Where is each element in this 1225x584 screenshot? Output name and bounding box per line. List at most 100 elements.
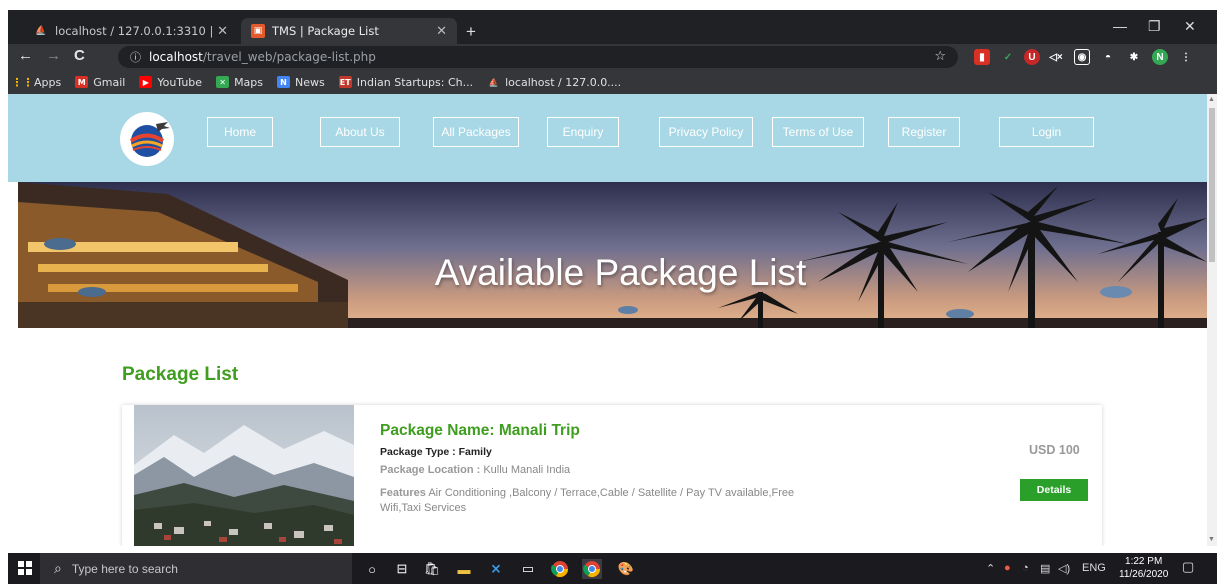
- package-location-value: Kullu Manali India: [483, 464, 571, 476]
- site-header: Home About Us All Packages Enquiry Priva…: [8, 94, 1207, 182]
- nav-enquiry[interactable]: Enquiry: [547, 117, 619, 147]
- search-icon: ⌕: [54, 560, 62, 576]
- package-price: USD 100: [1029, 443, 1080, 457]
- nav-about-us[interactable]: About Us: [320, 117, 400, 147]
- youtube-icon: ▶: [139, 76, 153, 88]
- file-explorer-icon[interactable]: ▬: [454, 559, 474, 579]
- nav-terms-of-use[interactable]: Terms of Use: [772, 117, 864, 147]
- package-location-label: Package Location :: [380, 464, 481, 476]
- clock-time: 1:22 PM: [1125, 556, 1163, 567]
- close-window-icon[interactable]: ✕: [1184, 18, 1196, 35]
- nav-login[interactable]: Login: [999, 117, 1094, 147]
- wifi-icon[interactable]: ◔: [1022, 562, 1029, 574]
- vscode-icon[interactable]: ⨯: [486, 559, 506, 579]
- package-image: [134, 405, 354, 546]
- reload-icon[interactable]: C: [74, 47, 85, 64]
- volume-icon[interactable]: ◁): [1058, 562, 1070, 575]
- taskbar-search-input[interactable]: ⌕ Type here to search: [40, 553, 352, 584]
- chrome-logo-icon: [583, 561, 601, 578]
- banner-image: Available Package List: [18, 182, 1207, 328]
- windows-start-icon[interactable]: [18, 561, 32, 575]
- bookmark-label: localhost / 127.0.0....: [505, 75, 622, 89]
- back-arrow-icon[interactable]: ←: [18, 47, 33, 64]
- incognito-icon[interactable]: ◓: [1100, 49, 1116, 65]
- windows-taskbar: ⌕ Type here to search ○ ⊟ 🛍 ▬ ⨯ ▭ 🎨 ⌃ ● …: [8, 553, 1217, 584]
- task-view-icon[interactable]: ⊟: [392, 559, 412, 579]
- tray-app-icon[interactable]: ●: [1004, 562, 1011, 574]
- maps-icon: ✕: [216, 76, 230, 88]
- browser-tab-package-list[interactable]: ▣ TMS | Package List ✕: [241, 18, 457, 44]
- store-icon[interactable]: 🛍: [422, 559, 442, 579]
- minimize-icon[interactable]: —: [1113, 18, 1127, 34]
- close-tab-icon[interactable]: ✕: [217, 24, 228, 39]
- chrome-active-icon[interactable]: [582, 559, 602, 579]
- terminal-icon[interactable]: ▭: [518, 559, 538, 579]
- clock-date: 11/26/2020: [1119, 569, 1169, 580]
- phpmyadmin-icon: ⛵: [488, 77, 499, 87]
- bookmark-indian-startups[interactable]: ET Indian Startups: Ch...: [338, 75, 474, 89]
- language-indicator[interactable]: ENG: [1082, 562, 1106, 574]
- site-logo[interactable]: [120, 112, 174, 166]
- nav-all-packages[interactable]: All Packages: [433, 117, 519, 147]
- bookmark-youtube[interactable]: ▶ YouTube: [139, 76, 202, 89]
- screenshot-extension-icon[interactable]: ◉: [1074, 49, 1090, 65]
- mute-tab-icon[interactable]: ◁×: [1048, 49, 1064, 65]
- phpmyadmin-icon: ⛵: [35, 26, 47, 36]
- forward-arrow-icon[interactable]: →: [46, 47, 61, 64]
- taskbar-clock[interactable]: 1:22 PM 11/26/2020: [1119, 555, 1168, 581]
- page-scrollbar[interactable]: ▲ ▼: [1207, 94, 1217, 546]
- package-features: Features Air Conditioning ,Balcony / Ter…: [380, 486, 820, 516]
- url-host: localhost: [149, 50, 203, 64]
- restore-icon[interactable]: ❐: [1148, 18, 1161, 35]
- banner-title: Available Package List: [434, 252, 807, 293]
- network-icon[interactable]: ▤: [1040, 562, 1050, 575]
- profile-avatar[interactable]: N: [1152, 49, 1168, 65]
- details-button[interactable]: Details: [1020, 479, 1088, 501]
- cortana-icon[interactable]: ○: [362, 559, 382, 579]
- paint-icon[interactable]: 🎨: [616, 559, 636, 579]
- gmail-icon: M: [75, 76, 89, 88]
- page-viewport: Home About Us All Packages Enquiry Priva…: [8, 94, 1207, 546]
- package-location: Package Location : Kullu Manali India: [380, 464, 570, 476]
- browser-tab-phpmyadmin[interactable]: ⛵ localhost / 127.0.0.1:3310 | phpM ✕: [24, 18, 238, 44]
- bookmark-extension-icon[interactable]: ▮: [974, 49, 990, 65]
- bookmark-news[interactable]: N News: [277, 76, 325, 89]
- news-icon: N: [277, 76, 291, 88]
- package-features-label: Features: [380, 487, 426, 499]
- package-type: Package Type : Family: [380, 446, 492, 458]
- address-bar[interactable]: ⓘ localhost /travel_web/package-list.php…: [118, 46, 958, 68]
- notification-icon[interactable]: ▢: [1182, 559, 1194, 575]
- close-tab-icon[interactable]: ✕: [436, 24, 447, 39]
- bookmark-gmail[interactable]: M Gmail: [75, 76, 125, 89]
- tray-overflow-icon[interactable]: ⌃: [986, 562, 995, 575]
- bookmark-label: YouTube: [157, 75, 203, 89]
- nav-register[interactable]: Register: [888, 117, 960, 147]
- mountain-valley-photo: [134, 405, 354, 546]
- bookmark-label: Gmail: [93, 75, 126, 89]
- extensions-puzzle-icon[interactable]: ✱: [1126, 49, 1142, 65]
- bookmark-star-icon[interactable]: ☆: [934, 49, 946, 64]
- nav-privacy-policy[interactable]: Privacy Policy: [659, 117, 753, 147]
- package-name: Package Name: Manali Trip: [380, 422, 580, 439]
- browser-menu-icon[interactable]: ⋮: [1178, 49, 1194, 65]
- bookmark-label: Maps: [234, 75, 264, 89]
- bookmark-apps[interactable]: ⋮⋮ Apps: [12, 76, 62, 89]
- bookmark-localhost[interactable]: ⛵ localhost / 127.0.0....: [487, 75, 622, 89]
- chrome-icon[interactable]: [550, 559, 570, 579]
- section-title: Package List: [122, 364, 239, 385]
- check-extension-icon[interactable]: ✓: [1000, 49, 1016, 65]
- economic-times-icon: ET: [338, 76, 352, 88]
- new-tab-button[interactable]: +: [466, 22, 476, 42]
- info-icon[interactable]: ⓘ: [130, 49, 141, 65]
- nav-home[interactable]: Home: [207, 117, 273, 147]
- tab-title: localhost / 127.0.0.1:3310 | phpM: [55, 24, 214, 38]
- scroll-up-icon[interactable]: ▲: [1208, 96, 1215, 103]
- bookmark-label: Indian Startups: Ch...: [356, 75, 474, 89]
- scroll-down-icon[interactable]: ▼: [1208, 536, 1215, 543]
- tms-favicon-icon: ▣: [251, 24, 265, 38]
- bookmark-maps[interactable]: ✕ Maps: [216, 76, 263, 89]
- scrollbar-thumb[interactable]: [1209, 108, 1215, 262]
- bookmarks-bar: ⋮⋮ Apps M Gmail ▶ YouTube ✕ Maps N News …: [8, 70, 1217, 94]
- search-placeholder: Type here to search: [71, 561, 178, 576]
- ublock-icon[interactable]: U: [1024, 49, 1040, 65]
